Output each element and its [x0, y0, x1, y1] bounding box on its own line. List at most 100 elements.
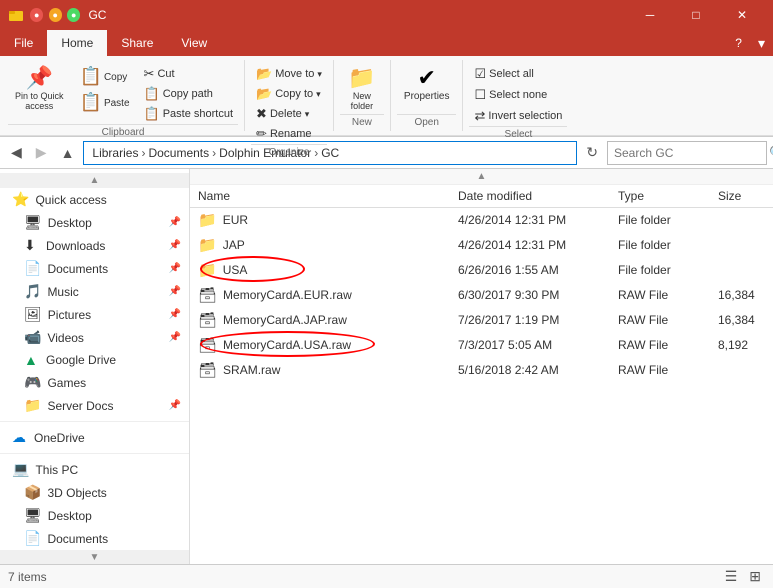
sidebar-quick-access-header[interactable]: ⭐ Quick access: [0, 188, 189, 211]
tab-home[interactable]: Home: [47, 30, 107, 56]
sidebar-item-documents[interactable]: 📄 Documents 📌: [0, 257, 189, 280]
scroll-down-arrow[interactable]: ▼: [0, 550, 189, 564]
sidebar-item-music[interactable]: 🎵 Music 📌: [0, 280, 189, 303]
delete-button[interactable]: ✖ Delete ▾: [251, 104, 327, 124]
sidebar-item-downloads[interactable]: ⬇ Downloads 📌: [0, 234, 189, 257]
sidebar-divider-2: [0, 453, 189, 454]
sidebar-3d-objects[interactable]: 📦 3D Objects: [0, 481, 189, 504]
address-path[interactable]: Libraries › Documents › Dolphin Emulator…: [83, 141, 577, 165]
file-eur-name: EUR: [223, 213, 248, 227]
clipboard-label: Clipboard: [8, 124, 238, 141]
file-mem-eur-type: RAW File: [618, 288, 718, 302]
documents-pc-icon: 📄: [24, 530, 41, 547]
copy-button[interactable]: 📋 Copy: [73, 64, 137, 90]
properties-label: Properties: [404, 91, 450, 102]
copy-to-button[interactable]: 📂 Copy to ▾: [251, 84, 327, 104]
invert-selection-button[interactable]: ⇄ Invert selection: [469, 106, 567, 126]
tab-view[interactable]: View: [167, 30, 221, 56]
minimize-button[interactable]: ─: [627, 0, 673, 30]
sidebar-item-pictures[interactable]: 🖼 Pictures 📌: [0, 303, 189, 326]
cut-button[interactable]: ✂ Cut: [139, 64, 239, 84]
server-docs-icon: 📁: [24, 397, 41, 414]
select-none-icon: ☐: [474, 87, 486, 103]
sidebar-desktop-pc[interactable]: 🖥 Desktop: [0, 504, 189, 527]
refresh-button[interactable]: ↻: [581, 142, 603, 163]
paste-shortcut-icon: 📋: [144, 106, 160, 122]
window-icons: ● ● ●: [30, 9, 80, 21]
copy-path-icon: 📋: [144, 86, 160, 102]
large-icon-view-button[interactable]: ⊞: [745, 566, 765, 587]
file-row-mem-usa[interactable]: 🗃 MemoryCardA.USA.raw 7/3/2017 5:05 AM R…: [190, 333, 773, 358]
search-input[interactable]: [614, 146, 769, 160]
downloads-icon: ⬇: [24, 237, 40, 254]
copy-path-button[interactable]: 📋 Copy path: [139, 84, 239, 104]
maximize-button[interactable]: □: [673, 0, 719, 30]
paste-icon: 📋: [80, 93, 102, 111]
sidebar-item-google-drive[interactable]: ▲ Google Drive: [0, 349, 189, 371]
file-sram-name: SRAM.raw: [223, 363, 280, 377]
file-row-mem-eur[interactable]: 🗃 MemoryCardA.EUR.raw 6/30/2017 9:30 PM …: [190, 283, 773, 308]
sidebar-item-server-docs[interactable]: 📁 Server Docs 📌: [0, 394, 189, 417]
col-header-name[interactable]: Name: [198, 189, 458, 203]
rename-button[interactable]: ✏ Rename: [251, 124, 327, 144]
sidebar-documents-pc[interactable]: 📄 Documents: [0, 527, 189, 550]
select-none-button[interactable]: ☐ Select none: [469, 85, 567, 105]
videos-label: Videos: [47, 331, 162, 345]
delete-icon: ✖: [256, 106, 267, 122]
file-usa-name: USA: [223, 263, 248, 277]
file-scroll-up[interactable]: ▲: [190, 169, 773, 185]
file-mem-jap-date: 7/26/2017 1:19 PM: [458, 313, 618, 327]
help-button[interactable]: ?: [727, 30, 750, 56]
copy-label: Copy: [104, 72, 127, 83]
sidebar-item-desktop[interactable]: 🖥 Desktop 📌: [0, 211, 189, 234]
new-folder-label: Newfolder: [351, 91, 374, 111]
file-mem-usa-date: 7/3/2017 5:05 AM: [458, 338, 618, 352]
back-button[interactable]: ◀: [6, 142, 27, 163]
downloads-label: Downloads: [46, 239, 163, 253]
quick-access-icon: ⭐: [12, 191, 29, 208]
desktop-pc-label: Desktop: [48, 509, 181, 523]
file-row-jap[interactable]: 📁 JAP 4/26/2014 12:31 PM File folder: [190, 233, 773, 258]
file-row-usa[interactable]: 📁 USA 6/26/2016 1:55 AM File folder: [190, 258, 773, 283]
new-folder-button[interactable]: 📁 Newfolder: [340, 64, 384, 114]
window-controls[interactable]: ─ □ ✕: [627, 0, 765, 30]
rename-icon: ✏: [256, 126, 267, 142]
sidebar-this-pc[interactable]: 💻 This PC: [0, 458, 189, 481]
file-row-sram[interactable]: 🗃 SRAM.raw 5/16/2018 2:42 AM RAW File: [190, 358, 773, 383]
pin-to-quick-button[interactable]: 📌 Pin to Quickaccess: [8, 64, 71, 114]
forward-button[interactable]: ▶: [31, 142, 52, 163]
up-button[interactable]: ▲: [56, 143, 80, 163]
col-header-size[interactable]: Size: [718, 189, 765, 203]
detail-view-button[interactable]: ☰: [721, 566, 742, 587]
tab-share[interactable]: Share: [107, 30, 167, 56]
invert-icon: ⇄: [474, 108, 485, 124]
file-row-mem-jap[interactable]: 🗃 MemoryCardA.JAP.raw 7/26/2017 1:19 PM …: [190, 308, 773, 333]
file-list-header: Name Date modified Type Size: [190, 185, 773, 208]
sidebar-onedrive[interactable]: ☁ OneDrive: [0, 426, 189, 449]
copy-path-label: Copy path: [163, 88, 213, 100]
sidebar-item-games[interactable]: 🎮 Games: [0, 371, 189, 394]
sidebar-item-videos[interactable]: 📹 Videos 📌: [0, 326, 189, 349]
ribbon-collapse-button[interactable]: ▾: [750, 30, 773, 56]
pin-indicator-7: 📌: [169, 400, 181, 411]
file-row-eur[interactable]: 📁 EUR 4/26/2014 12:31 PM File folder: [190, 208, 773, 233]
delete-label: Delete: [270, 108, 302, 120]
documents-label: Documents: [47, 262, 162, 276]
properties-button[interactable]: ✔ Properties: [397, 64, 457, 105]
paste-shortcut-button[interactable]: 📋 Paste shortcut: [139, 104, 239, 124]
clipboard-group: 📌 Pin to Quickaccess 📋 Copy 📋 Paste: [2, 60, 245, 131]
sram-icon: 🗃: [198, 361, 217, 379]
folder-jap-icon: 📁: [198, 236, 217, 254]
ribbon-tab-bar: File Home Share View ? ▾: [0, 30, 773, 56]
open-buttons: ✔ Properties: [397, 60, 457, 114]
address-bar: ◀ ▶ ▲ Libraries › Documents › Dolphin Em…: [0, 137, 773, 169]
select-all-button[interactable]: ☑ Select all: [469, 64, 567, 84]
scroll-up-arrow[interactable]: ▲: [0, 173, 189, 188]
move-chevron: ▾: [317, 69, 322, 80]
close-button[interactable]: ✕: [719, 0, 765, 30]
tab-file[interactable]: File: [0, 30, 47, 56]
paste-button[interactable]: 📋 Paste: [73, 90, 137, 116]
col-header-date[interactable]: Date modified: [458, 189, 618, 203]
col-header-type[interactable]: Type: [618, 189, 718, 203]
move-to-button[interactable]: 📂 Move to ▾: [251, 64, 327, 84]
